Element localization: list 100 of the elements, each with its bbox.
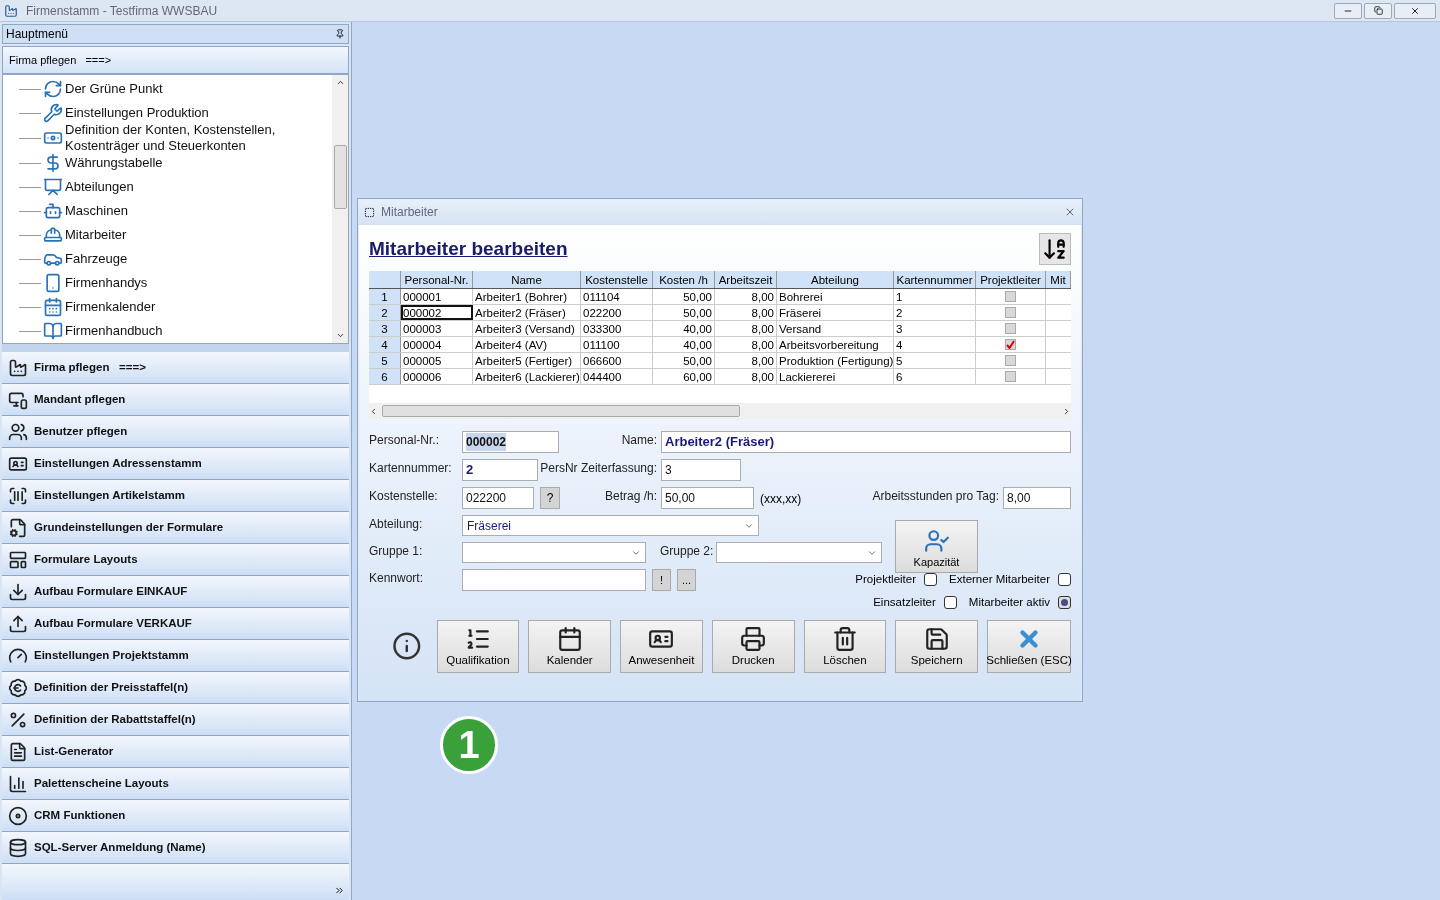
column-header[interactable]: Name (473, 271, 581, 288)
scroll-left-icon[interactable] (369, 406, 378, 416)
dropdown-field[interactable] (462, 542, 646, 563)
tree-item[interactable]: Währungstabelle (65, 155, 305, 171)
menu-button[interactable]: Einstellungen Projektstamm (2, 640, 349, 672)
toolbar-button[interactable]: Speichern (895, 619, 979, 673)
row-header[interactable]: 6 (369, 369, 401, 384)
checkbox[interactable] (924, 573, 937, 587)
tree-item[interactable]: Firmenhandbuch (65, 323, 305, 339)
table-cell: 000004 (401, 337, 473, 352)
scanner-icon (8, 485, 28, 506)
input-field[interactable]: 000002 (462, 431, 559, 453)
minimize-button[interactable] (1334, 2, 1362, 19)
scrollbar[interactable] (332, 75, 348, 343)
checkbox[interactable] (943, 596, 957, 610)
menu-button[interactable]: Formulare Layouts (2, 544, 349, 576)
tree-item[interactable]: Fahrzeuge (65, 251, 305, 267)
lookup-button[interactable]: ? (540, 487, 560, 509)
toolbar-button[interactable]: Kalender (528, 619, 612, 673)
section-bar[interactable]: Firma pflegen ===> (2, 46, 349, 74)
toolbar-button[interactable]: Qualifikation (436, 619, 520, 673)
scrollbar-thumb[interactable] (382, 405, 740, 417)
column-header[interactable]: Mit (1046, 271, 1071, 288)
menu-button[interactable]: Einstellungen Artikelstamm (2, 480, 349, 512)
menu-button[interactable]: Aufbau Formulare EINKAUF (2, 576, 349, 608)
robot-icon (43, 201, 63, 221)
scroll-up-icon[interactable] (335, 78, 345, 87)
floppy-icon (923, 626, 950, 653)
row-header[interactable]: 2 (369, 305, 401, 320)
field-label: Arbeitsstunden pro Tag: (871, 488, 999, 505)
field-label: Kennwort: (369, 570, 425, 587)
tree-item[interactable]: Einstellungen Produktion (65, 105, 305, 121)
dialog-title: Mitarbeiter (381, 204, 438, 221)
checkbox[interactable] (1005, 355, 1016, 366)
database-icon (8, 837, 28, 858)
checkbox[interactable] (1058, 596, 1071, 610)
toolbar-button[interactable]: Anwesenheit (620, 619, 703, 673)
column-header[interactable]: Kartennummer (894, 271, 976, 288)
pin-icon[interactable] (335, 29, 345, 39)
close-icon[interactable] (1064, 206, 1076, 218)
row-header[interactable]: 4 (369, 337, 401, 352)
input-field[interactable]: 3 (661, 459, 741, 481)
menu-button[interactable]: Palettenscheine Layouts (2, 768, 349, 800)
input-field[interactable]: 022200 (462, 487, 534, 509)
tree-item[interactable]: Definition der Konten, Kostenstellen, Kostenträger und Steuerkonten (65, 122, 305, 154)
close-button[interactable] (1394, 2, 1436, 19)
menu-button[interactable]: Definition der Rabattstaffel(n) (2, 704, 349, 736)
toolbar-button[interactable]: Schließen (ESC) (987, 619, 1072, 673)
small-button[interactable]: ... (677, 569, 696, 591)
dropdown-field[interactable]: Fräserei (462, 515, 759, 536)
tree-item[interactable]: Mitarbeiter (65, 227, 305, 243)
more-icon[interactable] (334, 885, 345, 896)
scrollbar-thumb[interactable] (333, 145, 347, 209)
menu-button[interactable]: Definition der Preisstaffel(n) (2, 672, 349, 704)
tree-item[interactable]: Firmenhandys (65, 275, 305, 291)
restore-button[interactable] (1364, 2, 1392, 19)
input-field[interactable]: 50,00 (661, 487, 754, 509)
checkbox[interactable] (1005, 291, 1016, 302)
sort-button[interactable] (1039, 233, 1071, 265)
scroll-right-icon[interactable] (1062, 406, 1071, 416)
tree-item[interactable]: Der Grüne Punkt (65, 81, 305, 97)
row-header[interactable]: 1 (369, 289, 401, 304)
tree-item[interactable]: Firmenkalender (65, 299, 305, 315)
tree-item[interactable]: Maschinen (65, 203, 305, 219)
small-button[interactable]: ! (652, 569, 671, 591)
row-header[interactable]: 3 (369, 321, 401, 336)
menu-button[interactable]: Einstellungen Adressenstamm (2, 448, 349, 480)
menu-button[interactable]: Grundeinstellungen der Formulare (2, 512, 349, 544)
column-header[interactable]: Arbeitszeit (715, 271, 777, 288)
tree-item[interactable]: Abteilungen (65, 179, 305, 195)
toolbar-button[interactable]: Drucken (711, 619, 795, 673)
dropdown-field[interactable] (716, 542, 882, 563)
menu-button[interactable]: SQL-Server Anmeldung (Name) (2, 832, 349, 864)
menu-button[interactable]: Firma pflegen ===> (2, 352, 349, 384)
info-icon[interactable] (392, 631, 422, 661)
menu-button[interactable]: List-Generator (2, 736, 349, 768)
menu-button[interactable]: Aufbau Formulare VERKAUF (2, 608, 349, 640)
row-header[interactable]: 5 (369, 353, 401, 368)
password-field[interactable] (462, 569, 646, 591)
checkbox[interactable] (1058, 573, 1071, 587)
checkbox[interactable] (1005, 339, 1016, 350)
checkbox[interactable] (1005, 371, 1016, 382)
toolbar-button[interactable]: Löschen (803, 619, 887, 673)
column-header[interactable]: Kosten /h (653, 271, 715, 288)
table-cell: Arbeiter3 (Versand) (473, 321, 581, 336)
column-header[interactable]: Personal-Nr. (401, 271, 473, 288)
menu-button[interactable]: CRM Funktionen (2, 800, 349, 832)
column-header[interactable]: Projektleiter (976, 271, 1046, 288)
scroll-down-icon[interactable] (335, 331, 345, 340)
menu-button[interactable]: Mandant pflegen (2, 384, 349, 416)
input-field[interactable]: 8,00 (1003, 487, 1071, 509)
input-field[interactable]: Arbeiter2 (Fräser) (661, 431, 1071, 453)
menu-button[interactable]: Benutzer pflegen (2, 416, 349, 448)
checkbox[interactable] (1005, 323, 1016, 334)
step-badge: 1 (440, 716, 498, 774)
column-header[interactable]: Kostenstelle (581, 271, 653, 288)
column-header[interactable]: Abteilung (777, 271, 894, 288)
checkbox[interactable] (1005, 307, 1016, 318)
capacity-button[interactable]: Kapazität (895, 520, 978, 573)
input-field[interactable]: 2 (462, 459, 538, 481)
